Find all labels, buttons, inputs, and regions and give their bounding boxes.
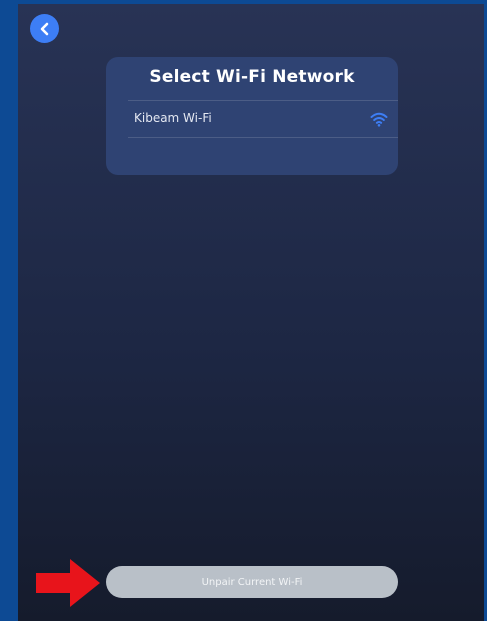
network-item-kibeam[interactable]: Kibeam Wi-Fi	[128, 101, 398, 138]
panel-title: Select Wi-Fi Network	[149, 67, 355, 87]
network-name: Kibeam Wi-Fi	[134, 111, 212, 125]
wifi-icon	[370, 112, 388, 127]
red-arrow-icon	[36, 559, 100, 607]
chevron-left-icon	[40, 22, 48, 35]
divider	[128, 137, 398, 138]
back-button[interactable]	[30, 14, 59, 43]
network-panel: Select Wi-Fi Network Kibeam Wi-Fi	[106, 57, 398, 175]
unpair-wifi-button[interactable]: Unpair Current Wi-Fi	[106, 566, 398, 598]
